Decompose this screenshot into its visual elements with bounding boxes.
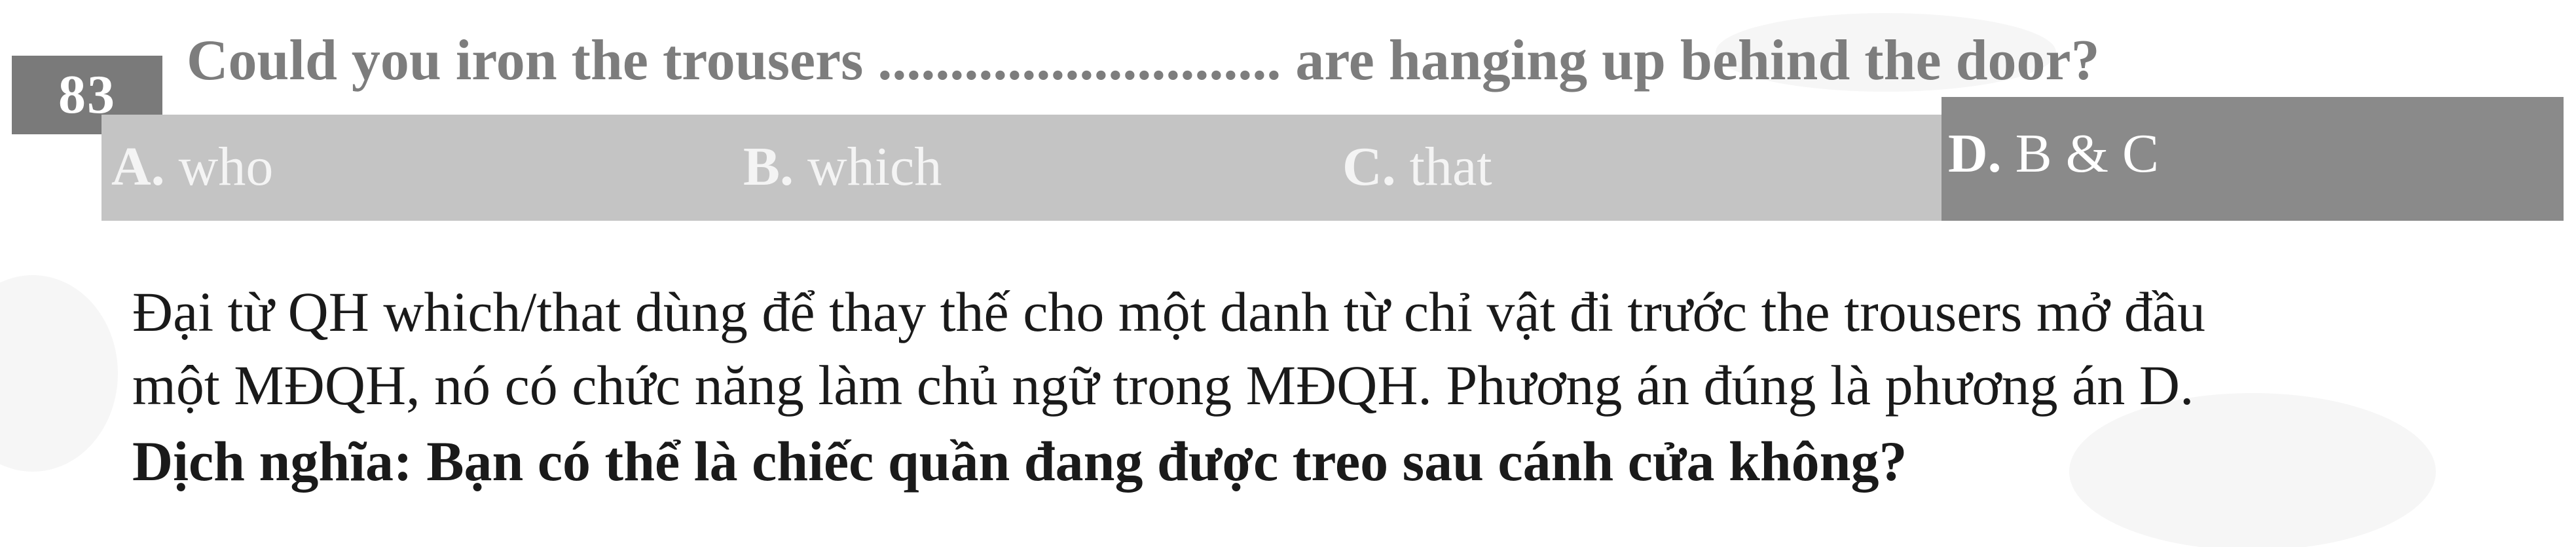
option-a-letter: A. bbox=[111, 136, 165, 197]
page: 83 Could you iron the trousers .........… bbox=[0, 0, 2576, 547]
option-c: C. that bbox=[1342, 131, 1492, 203]
explanation: Đại từ QH which/that dùng để thay thế ch… bbox=[132, 275, 2568, 422]
option-d: D. B & C bbox=[1948, 118, 2159, 190]
translation: Dịch nghĩa: Bạn có thể là chiếc quần đan… bbox=[132, 430, 1907, 493]
explanation-line-2: một MĐQH, nó có chức năng làm chủ ngữ tr… bbox=[132, 354, 2194, 417]
option-b-letter: B. bbox=[743, 136, 794, 197]
question-text: Could you iron the trousers ............… bbox=[187, 29, 2100, 92]
option-a: A. who bbox=[111, 131, 273, 203]
option-d-text: B & C bbox=[2015, 123, 2160, 184]
explanation-line-1: Đại từ QH which/that dùng để thay thế ch… bbox=[132, 280, 2206, 343]
option-b: B. which bbox=[743, 131, 942, 203]
option-c-text: that bbox=[1409, 136, 1492, 197]
option-c-letter: C. bbox=[1342, 136, 1396, 197]
option-b-text: which bbox=[807, 136, 942, 197]
option-a-text: who bbox=[178, 136, 274, 197]
option-d-letter: D. bbox=[1948, 123, 2002, 184]
scan-texture bbox=[0, 275, 118, 472]
